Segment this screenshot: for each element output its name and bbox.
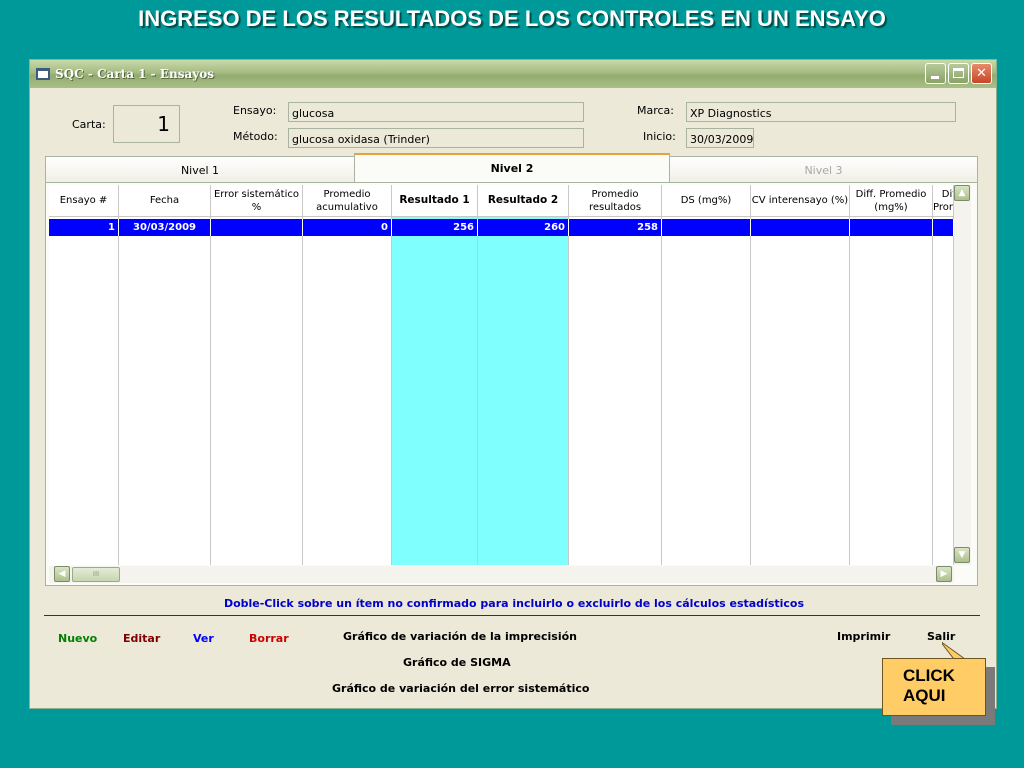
column-ensayo	[49, 217, 119, 565]
click-aqui-callout: CLICK AQUI	[882, 641, 995, 725]
cell-resultado-2[interactable]: 260	[478, 219, 569, 236]
nuevo-button[interactable]: Nuevo	[58, 632, 97, 645]
cell-fecha[interactable]: 30/03/2009	[119, 219, 211, 236]
callout-line-2: AQUI	[903, 686, 946, 705]
sqc-window: SQC - Carta 1 - Ensayos ✕ Carta: 1 Ensay…	[29, 59, 997, 709]
column-header-resultado-1[interactable]: Resultado 1	[392, 185, 478, 217]
grafico-sigma-link[interactable]: Gráfico de SIGMA	[403, 656, 511, 669]
column-header-ds[interactable]: DS (mg%)	[662, 185, 751, 217]
grafico-error-link[interactable]: Gráfico de variación del error sistemáti…	[332, 682, 589, 695]
window-icon	[36, 68, 50, 80]
cell-ensayo[interactable]: 1	[49, 219, 119, 236]
metodo-label: Método:	[233, 130, 278, 143]
tab-nivel-3[interactable]: Nivel 3	[669, 156, 978, 183]
carta-label: Carta:	[72, 118, 106, 131]
cell-ds[interactable]	[662, 219, 751, 236]
scroll-thumb[interactable]: III	[72, 567, 120, 582]
column-cv	[751, 217, 850, 565]
cell-resultado-1[interactable]: 256	[392, 219, 478, 236]
marca-label: Marca:	[637, 104, 675, 117]
inicio-field[interactable]: 30/03/2009	[686, 128, 754, 148]
window-controls: ✕	[925, 63, 992, 84]
maximize-button[interactable]	[948, 63, 969, 84]
slide-title: INGRESO DE LOS RESULTADOS DE LOS CONTROL…	[138, 6, 886, 31]
minimize-button[interactable]	[925, 63, 946, 84]
column-promedio-res	[569, 217, 662, 565]
vertical-scrollbar[interactable]: ▲ ▼	[954, 185, 971, 565]
hint-text: Doble-Click sobre un ítem no confirmado …	[223, 597, 805, 610]
arrow-left-icon[interactable]: ◀	[54, 566, 70, 582]
cell-diff2[interactable]	[933, 219, 954, 236]
column-error	[211, 217, 303, 565]
column-header-diff-promedio[interactable]: Diff. Promedio (mg%)	[850, 185, 933, 217]
minimize-icon	[931, 76, 939, 79]
column-header-diff-promed[interactable]: Diff. Promed	[933, 185, 954, 217]
column-diff2	[933, 217, 954, 565]
column-header-ensayo[interactable]: Ensayo #	[49, 185, 119, 217]
ensayo-field[interactable]: glucosa	[288, 102, 584, 122]
cell-error[interactable]	[211, 219, 303, 236]
separator	[44, 615, 980, 616]
metodo-field[interactable]: glucosa oxidasa (Trinder)	[288, 128, 584, 148]
maximize-icon	[953, 68, 964, 78]
imprimir-button[interactable]: Imprimir	[837, 630, 890, 643]
column-header-fecha[interactable]: Fecha	[119, 185, 211, 217]
arrow-right-icon[interactable]: ▶	[936, 566, 952, 582]
arrow-down-icon[interactable]: ▼	[954, 547, 970, 563]
arrow-up-icon[interactable]: ▲	[954, 185, 970, 201]
cell-promedio-res[interactable]: 258	[569, 219, 662, 236]
column-resultado-1[interactable]	[392, 217, 478, 565]
column-resultado-2[interactable]	[478, 217, 569, 565]
carta-value: 1	[113, 105, 180, 143]
tab-nivel-1[interactable]: Nivel 1	[45, 156, 355, 183]
close-icon: ✕	[976, 66, 987, 81]
callout-box: CLICK AQUI	[882, 658, 986, 716]
cell-diff[interactable]	[850, 219, 933, 236]
column-diff	[850, 217, 933, 565]
marca-field[interactable]: XP Diagnostics	[686, 102, 956, 122]
results-grid-frame: Ensayo # Fecha Error sistemático % Prome…	[45, 182, 978, 586]
column-promedio-acum	[303, 217, 392, 565]
callout-line-1: CLICK	[903, 666, 955, 685]
tab-nivel-2[interactable]: Nivel 2	[354, 153, 670, 183]
ensayo-label: Ensayo:	[233, 104, 277, 117]
column-header-error-sistematico[interactable]: Error sistemático %	[211, 185, 303, 217]
cell-cv[interactable]	[751, 219, 850, 236]
close-button[interactable]: ✕	[971, 63, 992, 84]
inicio-label: Inicio:	[643, 130, 676, 143]
column-header-promedio-acumulativo[interactable]: Promedio acumulativo	[303, 185, 392, 217]
column-fecha	[119, 217, 211, 565]
column-header-resultado-2[interactable]: Resultado 2	[478, 185, 569, 217]
ver-button[interactable]: Ver	[193, 632, 214, 645]
column-ds	[662, 217, 751, 565]
borrar-button[interactable]: Borrar	[249, 632, 289, 645]
horizontal-scrollbar[interactable]: ◀ III ▶	[49, 566, 954, 583]
title-bar[interactable]: SQC - Carta 1 - Ensayos ✕	[30, 60, 996, 88]
cell-promedio-acum[interactable]: 0	[303, 219, 392, 236]
results-grid[interactable]: Ensayo # Fecha Error sistemático % Prome…	[49, 185, 954, 565]
grafico-imprecision-link[interactable]: Gráfico de variación de la imprecisión	[343, 630, 577, 643]
window-title: SQC - Carta 1 - Ensayos	[55, 67, 214, 81]
editar-button[interactable]: Editar	[123, 632, 160, 645]
column-header-cv-interensayo[interactable]: CV interensayo (%)	[751, 185, 850, 217]
column-header-promedio-resultados[interactable]: Promedio resultados	[569, 185, 662, 217]
